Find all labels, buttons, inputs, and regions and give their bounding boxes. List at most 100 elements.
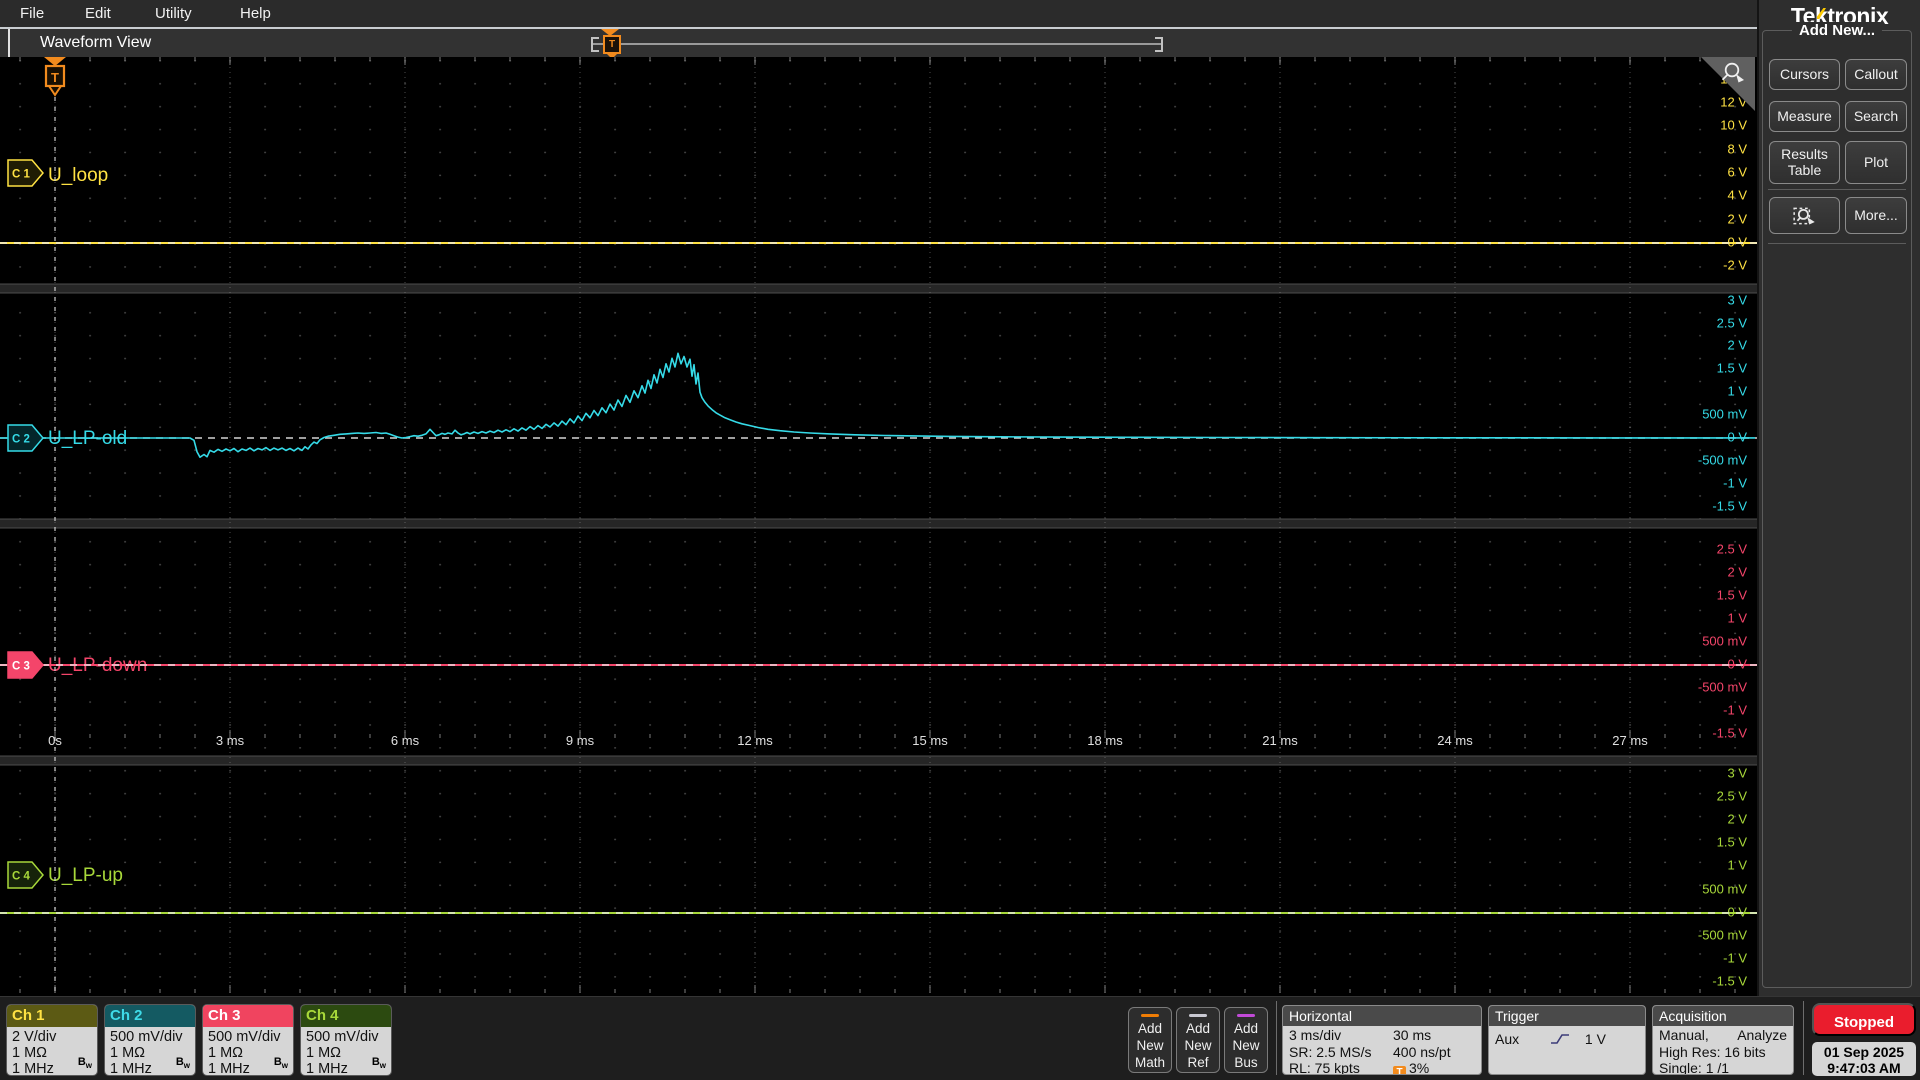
y-axis-label-ch4: 0 V: [1727, 904, 1747, 919]
y-axis-label-ch1: 0 V: [1727, 234, 1747, 249]
acquisition-single: Single: 1 /1: [1659, 1060, 1730, 1075]
add-new-ref-button[interactable]: Add New Ref: [1176, 1007, 1220, 1073]
y-axis-label-ch3: 0 V: [1727, 656, 1747, 671]
y-axis-label-ch2: 0 V: [1727, 429, 1747, 444]
add-new-bus-button[interactable]: Add New Bus: [1224, 1007, 1268, 1073]
waveform-view-title: Waveform View: [40, 34, 152, 51]
y-axis-label-ch4: -1 V: [1723, 950, 1747, 965]
y-axis-label-ch3: -1 V: [1723, 702, 1747, 717]
channel-badge-label-ch4: C 4: [12, 871, 31, 883]
acquisition-resolution: High Res: 16 bits: [1659, 1043, 1766, 1060]
time-axis-label: 24 ms: [1437, 733, 1473, 748]
y-axis-label-ch2: 2.5 V: [1717, 315, 1748, 330]
waveform-grid[interactable]: U_loop14 V12 V10 V8 V6 V4 V2 V0 V-2 VU_L…: [0, 57, 1757, 993]
more-button[interactable]: More...: [1845, 197, 1907, 234]
ruler-trigger-marker[interactable]: T: [603, 35, 621, 54]
channel-name-ch4[interactable]: U_LP-up: [48, 865, 123, 886]
acquisition-panel[interactable]: Acquisition Manual, Analyze High Res: 16 …: [1652, 1005, 1794, 1075]
channel-4-label: Ch 4: [301, 1005, 391, 1027]
zoom-select-button[interactable]: [1769, 197, 1840, 234]
time-axis-label: 9 ms: [566, 733, 595, 748]
menu-help[interactable]: Help: [240, 0, 271, 27]
y-axis-label-ch3: -500 mV: [1698, 679, 1747, 694]
time-axis-label: 3 ms: [216, 733, 245, 748]
horizontal-sample-rate: SR: 2.5 MS/s: [1289, 1043, 1372, 1060]
bandwidth-limit-icon: Bw: [371, 1055, 386, 1070]
channel-3-label: Ch 3: [203, 1005, 293, 1027]
titlebar-accent: [8, 29, 10, 57]
y-axis-label-ch3: 2 V: [1727, 564, 1747, 579]
y-axis-label-ch1: 2 V: [1727, 211, 1747, 226]
y-axis-label-ch3: 500 mV: [1702, 633, 1747, 648]
run-stop-status-button[interactable]: Stopped: [1812, 1003, 1916, 1036]
channel-1-badge[interactable]: Ch 1 2 V/div 1 MΩ 1 MHz Bw: [6, 1004, 98, 1076]
y-axis-label-ch2: 500 mV: [1702, 406, 1747, 421]
add-new-heading: Add New...: [1791, 22, 1883, 39]
horizontal-scale: 3 ms/div: [1289, 1027, 1342, 1043]
trigger-position-icon: T: [1393, 1066, 1406, 1074]
trigger-source: Aux: [1495, 1031, 1520, 1047]
trigger-level: 1 V: [1584, 1031, 1606, 1047]
channel-3-badge[interactable]: Ch 3 500 mV/div 1 MΩ 1 MHz Bw: [202, 1004, 294, 1076]
scope-canvas[interactable]: U_loop14 V12 V10 V8 V6 V4 V2 V0 V-2 VU_L…: [0, 57, 1757, 993]
channel-1-scale: 2 V/div: [12, 1029, 57, 1045]
slice-gap: [0, 756, 1757, 765]
date-text: 01 Sep 2025: [1823, 1044, 1905, 1060]
channel-2-scale: 500 mV/div: [110, 1029, 183, 1045]
callout-button[interactable]: Callout: [1845, 59, 1907, 90]
y-axis-label-ch1: -2 V: [1723, 257, 1747, 272]
menu-utility[interactable]: Utility: [155, 0, 192, 27]
y-axis-label-ch4: 500 mV: [1702, 881, 1747, 896]
time-axis-label: 21 ms: [1262, 733, 1298, 748]
slice-gap: [0, 284, 1757, 293]
horizontal-title: Horizontal: [1283, 1006, 1481, 1026]
channel-1-label: Ch 1: [7, 1005, 97, 1027]
add-new-math-button[interactable]: Add New Math: [1128, 1007, 1172, 1073]
menu-edit[interactable]: Edit: [85, 0, 111, 27]
bus-stripe: [1237, 1013, 1255, 1017]
grid-dots: [0, 293, 1757, 519]
y-axis-label-ch4: 2.5 V: [1717, 788, 1748, 803]
y-axis-label-ch3: 1 V: [1727, 610, 1747, 625]
y-axis-label-ch1: 4 V: [1727, 187, 1747, 202]
acquisition-mode: Manual,: [1659, 1027, 1709, 1043]
grid-dots: [0, 765, 1757, 993]
plot-button[interactable]: Plot: [1845, 141, 1907, 184]
channel-4-badge[interactable]: Ch 4 500 mV/div 1 MΩ 1 MHz Bw: [300, 1004, 392, 1076]
ruler-right-bracket: [1155, 50, 1163, 52]
oscilloscope-app: File Edit Utility Help Waveform View T U…: [0, 0, 1920, 1080]
bandwidth-limit-icon: Bw: [175, 1055, 190, 1070]
datetime-display: 01 Sep 2025 9:47:03 AM: [1812, 1042, 1916, 1076]
y-axis-label-ch4: 2 V: [1727, 811, 1747, 826]
math-stripe: [1141, 1013, 1159, 1017]
trigger-panel[interactable]: Trigger Aux 1 V: [1488, 1005, 1646, 1075]
ruler-right-bracket: [1155, 37, 1163, 39]
time-axis-label: 18 ms: [1087, 733, 1123, 748]
y-axis-label-ch3: 2.5 V: [1717, 541, 1748, 556]
y-axis-label-ch2: 3 V: [1727, 292, 1747, 307]
y-axis-label-ch2: 1 V: [1727, 383, 1747, 398]
zoom-select-icon: [1792, 207, 1815, 224]
results-table-button[interactable]: Results Table: [1769, 141, 1840, 184]
trigger-flag-label: T: [51, 70, 59, 85]
cursors-button[interactable]: Cursors: [1769, 59, 1840, 90]
y-axis-label-ch4: -1.5 V: [1712, 973, 1747, 988]
bottom-separator: [1276, 1001, 1277, 1075]
horizontal-panel[interactable]: Horizontal 3 ms/div 30 ms SR: 2.5 MS/s 400…: [1282, 1005, 1482, 1075]
horizontal-record-length: RL: 75 kpts: [1289, 1060, 1360, 1075]
bandwidth-limit-icon: Bw: [273, 1055, 288, 1070]
y-axis-label-ch2: 1.5 V: [1717, 360, 1748, 375]
time-axis-label: 27 ms: [1612, 733, 1648, 748]
group-divider: [1768, 189, 1906, 190]
menu-file[interactable]: File: [20, 0, 44, 27]
channel-name-ch1[interactable]: U_loop: [48, 165, 108, 186]
time-axis-label: 12 ms: [737, 733, 773, 748]
search-button[interactable]: Search: [1845, 101, 1907, 132]
horizontal-position-ruler[interactable]: [593, 43, 1163, 45]
y-axis-label-ch3: -1.5 V: [1712, 725, 1747, 740]
channel-2-badge[interactable]: Ch 2 500 mV/div 1 MΩ 1 MHz Bw: [104, 1004, 196, 1076]
measure-button[interactable]: Measure: [1769, 101, 1840, 132]
menu-bar: File Edit Utility Help: [0, 0, 1757, 27]
time-axis-label: 6 ms: [391, 733, 420, 748]
horizontal-window: 30 ms: [1393, 1027, 1432, 1043]
